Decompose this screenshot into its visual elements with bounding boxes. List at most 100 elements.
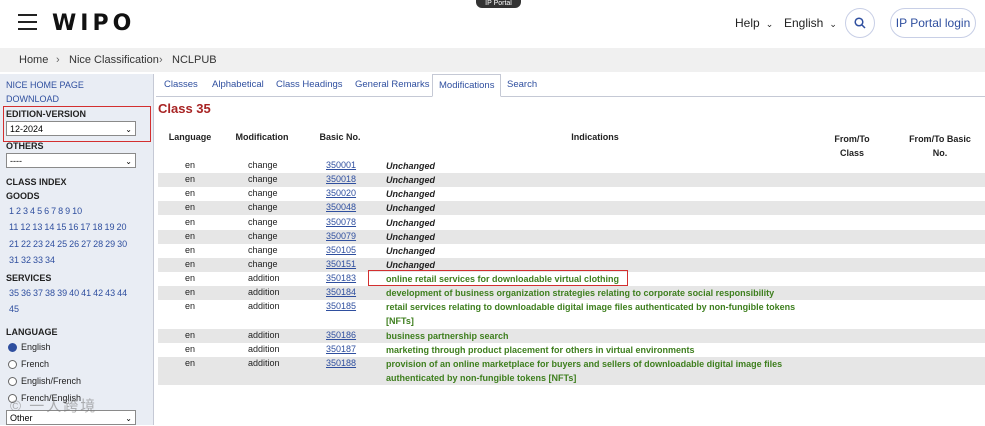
tab-class-headings[interactable]: Class Headings	[276, 79, 343, 90]
class-number-link[interactable]: 34	[45, 255, 55, 265]
class-number-link[interactable]: 39	[57, 288, 67, 298]
basic-no-link[interactable]: 350105	[326, 245, 356, 255]
class-number-link[interactable]: 44	[117, 288, 127, 298]
tab-alphabetical[interactable]: Alphabetical	[212, 79, 264, 90]
basic-no-link[interactable]: 350184	[326, 287, 356, 297]
services-row: 35 36 37 38 39 40 41 42 43 44	[9, 288, 129, 298]
class-number-link[interactable]: 15	[56, 222, 66, 232]
class-number-link[interactable]: 28	[93, 239, 103, 249]
class-number-link[interactable]: 1	[9, 206, 14, 216]
cell-language: en	[185, 259, 196, 269]
class-number-link[interactable]: 42	[93, 288, 103, 298]
basic-no-link[interactable]: 350186	[326, 330, 356, 340]
class-number-link[interactable]: 22	[21, 239, 31, 249]
table-row: en change 350105 Unchanged	[158, 244, 985, 258]
basic-no-link[interactable]: 350185	[326, 301, 356, 311]
class-number-link[interactable]: 43	[105, 288, 115, 298]
basic-no-link[interactable]: 350020	[326, 188, 356, 198]
basic-no-link[interactable]: 350079	[326, 231, 356, 241]
class-number-link[interactable]: 26	[69, 239, 79, 249]
class-number-link[interactable]: 32	[21, 255, 31, 265]
class-number-link[interactable]: 3	[23, 206, 28, 216]
others-select[interactable]: ---- ⌄	[6, 153, 136, 168]
basic-no-link[interactable]: 350048	[326, 202, 356, 212]
basic-no-link[interactable]: 350001	[326, 160, 356, 170]
goods-row: 11 12 13 14 15 16 17 18 19 20	[9, 222, 128, 232]
class-number-link[interactable]: 45	[9, 304, 19, 314]
wipo-logo[interactable]: WIPO	[52, 11, 135, 36]
cell-indication: development of business organization str…	[386, 288, 775, 298]
class-number-link[interactable]: 10	[72, 206, 82, 216]
breadcrumb-home[interactable]: Home	[19, 54, 48, 66]
class-number-link[interactable]: 20	[116, 222, 126, 232]
table-row: en change 350079 Unchanged	[158, 230, 985, 244]
tab-modifications[interactable]: Modifications	[432, 74, 502, 97]
class-number-link[interactable]: 36	[21, 288, 31, 298]
class-number-link[interactable]: 29	[105, 239, 115, 249]
help-menu[interactable]: Help ⌄	[735, 16, 773, 30]
chevron-down-icon: ⌄	[125, 414, 132, 423]
class-number-link[interactable]: 18	[92, 222, 102, 232]
basic-no-link[interactable]: 350018	[326, 174, 356, 184]
class-number-link[interactable]: 9	[65, 206, 70, 216]
class-number-link[interactable]: 35	[9, 288, 19, 298]
table-row: en addition 350187 marketing through produc…	[158, 343, 985, 357]
class-number-link[interactable]: 21	[9, 239, 19, 249]
class-number-link[interactable]: 8	[58, 206, 63, 216]
cell-language: en	[185, 330, 196, 340]
cell-language: en	[185, 217, 196, 227]
class-number-link[interactable]: 19	[104, 222, 114, 232]
basic-no-link[interactable]: 350078	[326, 217, 356, 227]
class-number-link[interactable]: 7	[51, 206, 56, 216]
radio-english[interactable]: English	[8, 342, 51, 352]
class-number-link[interactable]: 31	[9, 255, 19, 265]
table-row: en change 350078 Unchanged	[158, 216, 985, 230]
class-number-link[interactable]: 25	[57, 239, 67, 249]
download-link[interactable]: DOWNLOAD	[6, 94, 59, 104]
class-number-link[interactable]: 11	[9, 222, 18, 232]
basic-no-link[interactable]: 350187	[326, 344, 356, 354]
search-button[interactable]	[845, 8, 875, 38]
ip-portal-login-button[interactable]: IP Portal login	[890, 8, 976, 38]
edition-select[interactable]: 12-2024 ⌄	[6, 121, 136, 136]
class-number-link[interactable]: 14	[44, 222, 54, 232]
cell-language: en	[185, 273, 196, 283]
radio-french[interactable]: French	[8, 359, 49, 369]
class-number-link[interactable]: 17	[80, 222, 90, 232]
nice-home-link[interactable]: NICE HOME PAGE	[6, 80, 84, 90]
class-number-link[interactable]: 2	[16, 206, 21, 216]
basic-no-link[interactable]: 350151	[326, 259, 356, 269]
class-number-link[interactable]: 38	[45, 288, 55, 298]
basic-no-link[interactable]: 350188	[326, 358, 356, 368]
hamburger-menu-icon[interactable]	[18, 14, 37, 30]
cell-indication: Unchanged	[386, 175, 436, 185]
class-number-link[interactable]: 41	[81, 288, 91, 298]
class-number-link[interactable]: 6	[44, 206, 49, 216]
class-number-link[interactable]: 24	[45, 239, 55, 249]
header-indications: Indications	[571, 132, 619, 142]
class-number-link[interactable]: 16	[68, 222, 78, 232]
tab-classes[interactable]: Classes	[164, 79, 198, 90]
class-number-link[interactable]: 13	[32, 222, 42, 232]
class-number-link[interactable]: 27	[81, 239, 91, 249]
class-number-link[interactable]: 33	[33, 255, 43, 265]
cell-modification: addition	[248, 287, 280, 297]
cell-modification: change	[248, 160, 278, 170]
radio-english-french[interactable]: English/French	[8, 376, 81, 386]
class-number-link[interactable]: 40	[69, 288, 79, 298]
class-number-link[interactable]: 12	[20, 222, 30, 232]
tab-general-remarks[interactable]: General Remarks	[355, 79, 429, 90]
radio-label: English	[21, 342, 51, 352]
table-row: en change 350020 Unchanged	[158, 187, 985, 201]
class-number-link[interactable]: 30	[117, 239, 127, 249]
class-number-link[interactable]: 23	[33, 239, 43, 249]
table-row: en addition 350186 business partnership sea…	[158, 329, 985, 343]
basic-no-link[interactable]: 350183	[326, 273, 356, 283]
class-number-link[interactable]: 37	[33, 288, 43, 298]
tab-search[interactable]: Search	[507, 79, 537, 90]
breadcrumb-nice[interactable]: Nice Classification	[69, 54, 159, 66]
class-number-link[interactable]: 5	[37, 206, 42, 216]
language-menu[interactable]: English ⌄	[784, 16, 837, 30]
class-index-label: CLASS INDEX	[6, 177, 67, 187]
class-number-link[interactable]: 4	[30, 206, 35, 216]
